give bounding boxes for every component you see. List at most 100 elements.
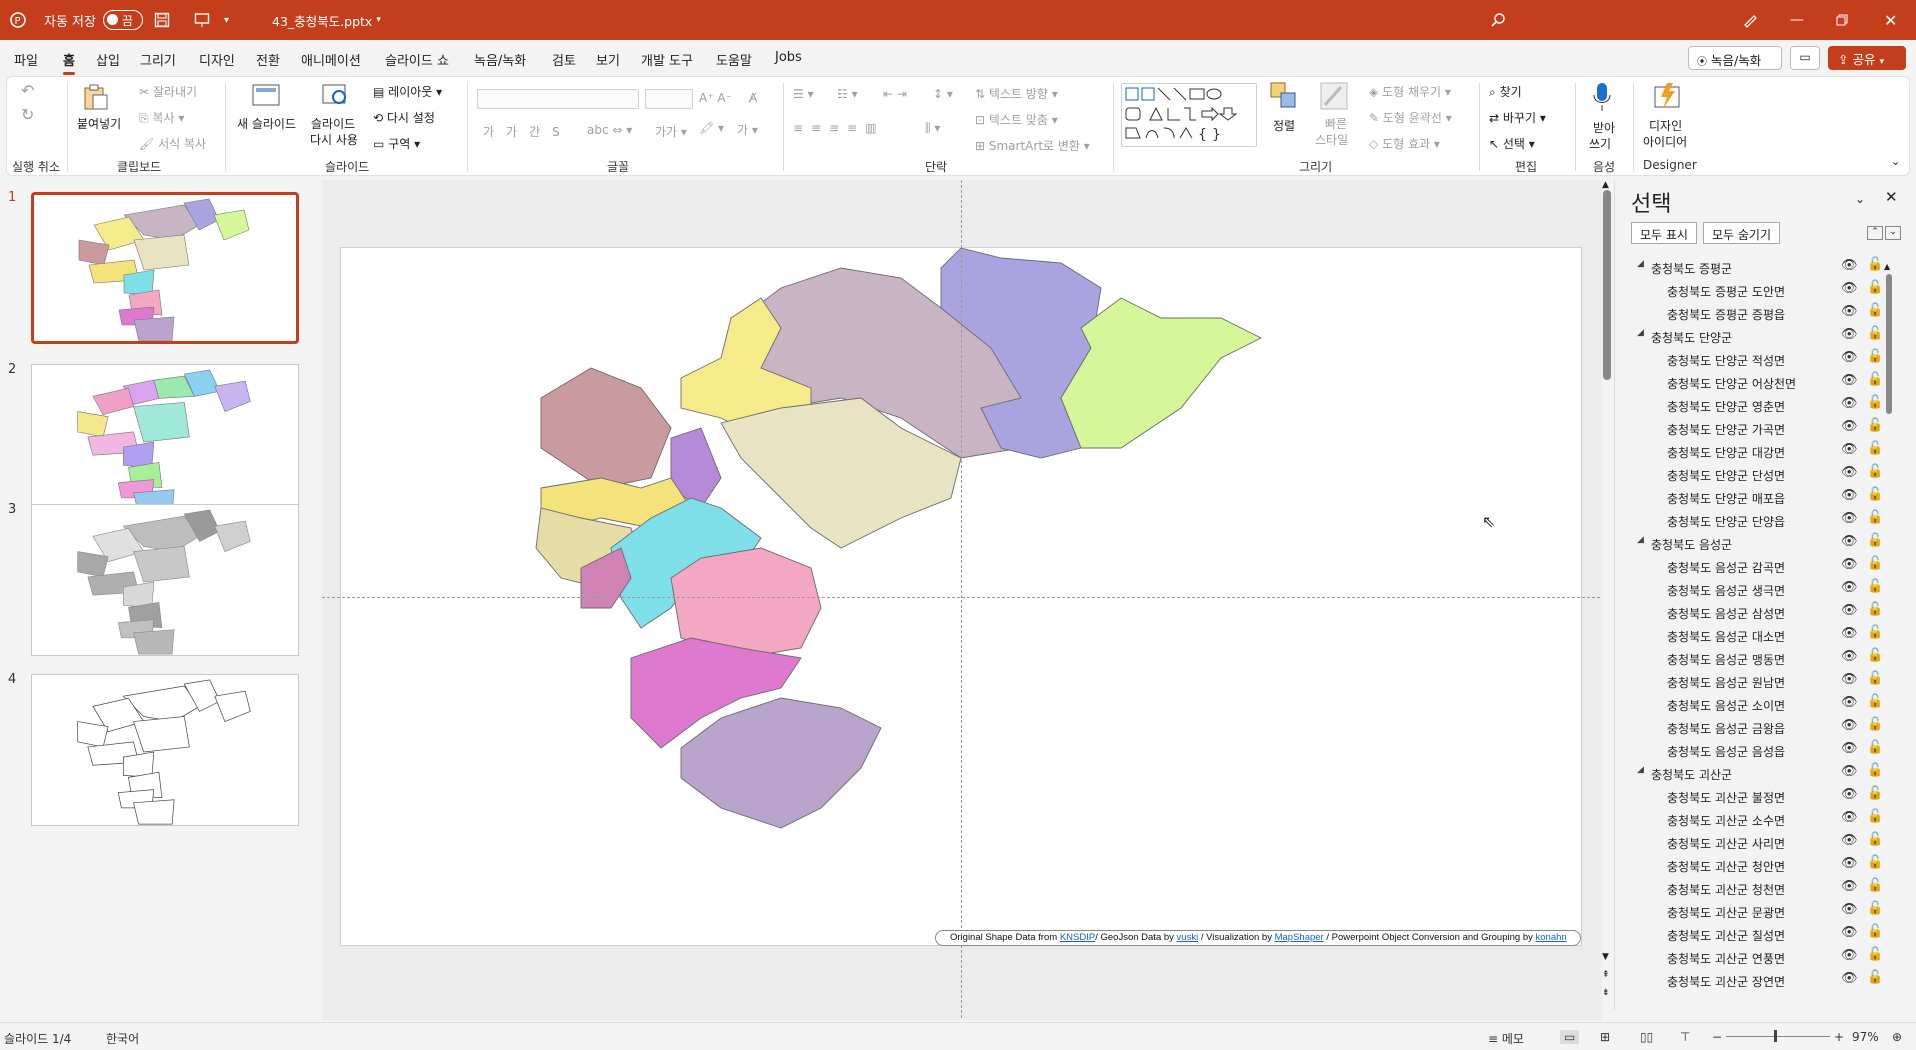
selection-item-row[interactable]: 충청북도 괴산군 사리면 👁 🔓 [1615,831,1895,854]
show-all-button[interactable]: 모두 표시 [1631,222,1697,244]
clear-format-icon[interactable]: A̸ [749,91,757,105]
visibility-eye-icon[interactable]: 👁 [1841,465,1858,480]
quick-styles-line2[interactable]: 스타일 [1315,131,1348,148]
credit-link-vuski[interactable]: vuski [1177,932,1199,943]
visibility-eye-icon[interactable]: 👁 [1841,511,1858,526]
selection-item-row[interactable]: 충청북도 음성군 맹동면 👁 🔓 [1615,647,1895,670]
comments-icon[interactable]: ▭ [1790,46,1820,70]
shape-fill-button[interactable]: ◈ 도형 채우기 ▾ [1369,83,1451,100]
slideshow-icon[interactable]: ⊤ [1680,1030,1690,1044]
visibility-eye-icon[interactable]: 👁 [1841,281,1858,296]
share-button[interactable]: ⇪ 공유 ▾ [1828,46,1906,70]
unlock-icon[interactable]: 🔓 [1867,441,1883,456]
indent-icons[interactable]: ⇤ ⇥ [883,87,907,101]
selection-item-row[interactable]: 충청북도 음성군 소이면 👁 🔓 [1615,693,1895,716]
designer-icon[interactable] [1653,81,1683,114]
format-painter-button[interactable]: 🖌 서식 복사 [139,135,206,152]
zoom-slider[interactable] [1726,1036,1830,1037]
unlock-icon[interactable]: 🔓 [1867,625,1883,640]
selection-item-row[interactable]: 충청북도 단양군 대강면 👁 🔓 [1615,440,1895,463]
unlock-icon[interactable]: 🔓 [1867,556,1883,571]
visibility-eye-icon[interactable]: 👁 [1841,971,1858,986]
unlock-icon[interactable]: 🔓 [1867,694,1883,709]
tab-file[interactable]: 파일 [14,50,38,69]
collapse-triangle-icon[interactable]: ◢ [1637,765,1644,775]
unlock-icon[interactable]: 🔓 [1867,763,1883,778]
selection-item-row[interactable]: 충청북도 음성군 감곡면 👁 🔓 [1615,555,1895,578]
county-region-13[interactable] [680,697,882,829]
search-icon[interactable] [1490,0,1506,40]
selection-item-row[interactable]: 충청북도 단양군 어상천면 👁 🔓 [1615,371,1895,394]
reset-button[interactable]: ⟲ 다시 설정 [373,109,435,126]
visibility-eye-icon[interactable]: 👁 [1841,557,1858,572]
visibility-eye-icon[interactable]: 👁 [1841,764,1858,779]
tab-developer[interactable]: 개발 도구 [641,50,693,69]
pen-icon[interactable] [1742,0,1758,40]
credit-link-knsdip[interactable]: KNSDIP [1060,932,1095,943]
unlock-icon[interactable]: 🔓 [1867,280,1883,295]
visibility-eye-icon[interactable]: 👁 [1841,649,1858,664]
selection-pane-scrollbar[interactable]: ▲ [1884,262,1894,1008]
visibility-eye-icon[interactable]: 👁 [1841,925,1858,940]
selection-item-row[interactable]: 충청북도 괴산군 문광면 👁 🔓 [1615,900,1895,923]
char-spacing-icon[interactable]: abc ⇔ ▾ [587,123,632,137]
unlock-icon[interactable]: 🔓 [1867,970,1883,985]
scrollbar-thumb[interactable] [1603,190,1611,380]
visibility-eye-icon[interactable]: 👁 [1841,373,1858,388]
selection-item-row[interactable]: 충청북도 괴산군 청천면 👁 🔓 [1615,877,1895,900]
unlock-icon[interactable]: 🔓 [1867,349,1883,364]
customize-qat-icon[interactable]: ▾ [224,0,229,40]
tab-insert[interactable]: 삽입 [96,50,120,69]
columns-icon[interactable]: ⫼ ▾ [925,121,940,136]
visibility-eye-icon[interactable]: 👁 [1841,534,1858,549]
collapse-triangle-icon[interactable]: ◢ [1637,328,1644,338]
county-region-4[interactable] [540,367,672,489]
selection-item-row[interactable]: 충청북도 음성군 삼성면 👁 🔓 [1615,601,1895,624]
numbering-icon[interactable]: ☷ ▾ [837,87,858,101]
designer-line2[interactable]: 아이디어 [1643,133,1687,150]
language-indicator[interactable]: 한국어 [106,1030,139,1047]
record-button[interactable]: ⦿ 녹음/녹화 [1688,46,1782,70]
shapes-gallery[interactable]: {} [1121,83,1257,147]
unlock-icon[interactable]: 🔓 [1867,740,1883,755]
reuse-slides-line1[interactable]: 슬라이드 [311,115,355,132]
scroll-down-icon[interactable]: ▼ [1602,952,1609,962]
designer-line1[interactable]: 디자인 [1649,117,1682,134]
unlock-icon[interactable]: 🔓 [1867,579,1883,594]
fit-to-window-icon[interactable]: ⊕ [1892,1030,1902,1044]
selection-item-row[interactable]: 충청북도 음성군 음성읍 👁 🔓 [1615,739,1895,762]
selection-group-row[interactable]: ◢ 충청북도 단양군 👁 🔓 [1615,325,1895,348]
scrollbar-thumb[interactable] [1886,274,1892,414]
credit-link-konahn[interactable]: konahn [1536,932,1567,943]
selection-item-row[interactable]: 충청북도 괴산군 칠성면 👁 🔓 [1615,923,1895,946]
selection-item-row[interactable]: 충청북도 단양군 단성면 👁 🔓 [1615,463,1895,486]
unlock-icon[interactable]: 🔓 [1867,855,1883,870]
restore-icon[interactable] [1836,0,1848,40]
unlock-icon[interactable]: 🔓 [1867,464,1883,479]
unlock-icon[interactable]: 🔓 [1867,510,1883,525]
selection-item-row[interactable]: 충청북도 단양군 단양읍 👁 🔓 [1615,509,1895,532]
filename-dropdown[interactable]: 43_충청북도.pptx ▾ [272,0,381,40]
selection-item-row[interactable]: 충청북도 단양군 가곡면 👁 🔓 [1615,417,1895,440]
align-text-button[interactable]: ⊡ 텍스트 맞춤 ▾ [975,111,1058,128]
cut-button[interactable]: ✂ 잘라내기 [139,83,197,100]
select-button[interactable]: ↖ 선택 ▾ [1489,135,1535,152]
line-spacing-icon[interactable]: ↕ ▾ [933,87,953,101]
visibility-eye-icon[interactable]: 👁 [1841,580,1858,595]
visibility-eye-icon[interactable]: 👁 [1841,741,1858,756]
tab-draw[interactable]: 그리기 [140,50,176,69]
unlock-icon[interactable]: 🔓 [1867,901,1883,916]
layout-button[interactable]: ▤ 레이아웃 ▾ [373,83,442,100]
tab-design[interactable]: 디자인 [199,50,235,69]
unlock-icon[interactable]: 🔓 [1867,648,1883,663]
font-grow-shrink-icon[interactable]: A⁺ A⁻ [699,91,732,105]
unlock-icon[interactable]: 🔓 [1867,372,1883,387]
send-backward-icon[interactable]: ⌄ [1885,226,1901,240]
selection-group-row[interactable]: ◢ 충청북도 괴산군 👁 🔓 [1615,762,1895,785]
credit-link-mapshaper[interactable]: MapShaper [1275,932,1324,943]
unlock-icon[interactable]: 🔓 [1867,832,1883,847]
scroll-up-icon[interactable]: ▲ [1602,180,1609,190]
new-slide-button[interactable]: 새 슬라이드 [237,115,296,132]
tab-home[interactable]: 홈 [63,50,75,75]
unlock-icon[interactable]: 🔓 [1867,257,1883,272]
